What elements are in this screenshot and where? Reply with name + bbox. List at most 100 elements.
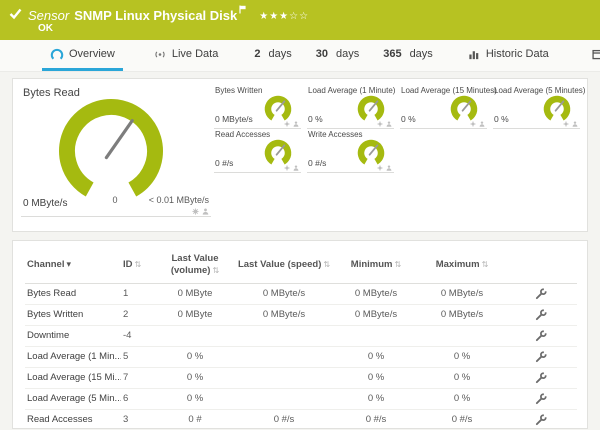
edit-channel-wrench-icon[interactable] [535, 413, 547, 426]
gauge-card-title: Bytes Written [215, 86, 263, 95]
last-value-speed-cell: 0 MByte/s [235, 283, 333, 305]
column-header-minimum[interactable]: Minimum ⇅ [333, 245, 419, 284]
user-icon[interactable] [479, 121, 485, 127]
tab-30-days-number: 30 [315, 48, 328, 60]
column-header-maximum[interactable]: Maximum ⇅ [419, 245, 505, 284]
edit-channel-wrench-icon[interactable] [535, 371, 547, 384]
user-icon[interactable] [293, 165, 299, 171]
tab-2-days[interactable]: 2 days [246, 40, 299, 71]
channel-name-cell[interactable]: Load Average (15 Mi... [25, 367, 121, 389]
gauge-card-read-accesses[interactable]: Read Accesses 0 #/s [214, 129, 301, 173]
gauge-card-value: 0 % [401, 114, 416, 124]
page-title: SNMP Linux Physical Disk [74, 8, 238, 23]
last-value-volume-cell [155, 325, 235, 347]
tab-live-data[interactable]: Live Data [145, 40, 226, 71]
table-row[interactable]: Load Average (5 Min... 6 0 % 0 % 0 % [25, 388, 577, 410]
gauge-card-load-15min[interactable]: Load Average (15 Minutes) 0 % [400, 85, 497, 129]
last-value-speed-cell: 0 #/s [235, 409, 333, 428]
tab-2-days-number: 2 [254, 48, 261, 60]
minimum-cell: 0 % [333, 388, 419, 410]
channel-actions-cell[interactable] [505, 325, 577, 347]
user-icon[interactable] [386, 121, 392, 127]
user-icon[interactable] [293, 121, 299, 127]
status-ok-check-icon [9, 8, 22, 20]
gear-icon[interactable] [284, 121, 290, 127]
edit-channel-wrench-icon[interactable] [535, 308, 547, 321]
historic-data-chart-icon [469, 50, 479, 59]
gauge-card-value: 0 % [494, 114, 509, 124]
tab-2-days-label: days [268, 48, 292, 60]
tab-historic-data-label: Historic Data [485, 48, 549, 60]
channel-id-cell: 1 [121, 283, 155, 305]
table-row[interactable]: Load Average (1 Min... 5 0 % 0 % 0 % [25, 346, 577, 368]
channel-id-cell: 6 [121, 388, 155, 410]
tab-historic-data[interactable]: Historic Data [459, 40, 557, 71]
gear-icon[interactable] [284, 165, 290, 171]
channel-name-cell[interactable]: Bytes Written [25, 304, 121, 326]
table-row[interactable]: Bytes Written 2 0 MByte 0 MByte/s 0 MByt… [25, 304, 577, 326]
last-value-speed-cell [235, 346, 333, 368]
priority-flag-icon[interactable] [239, 5, 247, 14]
prtg-sensor-page: Sensor SNMP Linux Physical Disk ★★★☆☆ OK O… [0, 0, 600, 430]
table-row[interactable]: Bytes Read 1 0 MByte 0 MByte/s 0 MByte/s… [25, 283, 577, 305]
gear-icon[interactable] [377, 165, 383, 171]
tab-log[interactable]: Log [583, 40, 600, 71]
tab-overview[interactable]: Overview [42, 40, 123, 71]
column-header-last-volume[interactable]: Last Value (volume) ⇅ [155, 245, 235, 284]
edit-channel-wrench-icon[interactable] [535, 287, 547, 300]
gear-icon[interactable] [192, 208, 199, 215]
column-header-actions [505, 245, 577, 284]
user-icon[interactable] [572, 121, 578, 127]
channel-actions-cell[interactable] [505, 283, 577, 305]
primary-gauge-scale: 0 MByte/s 0 < 0.01 MByte/s [21, 191, 211, 217]
table-row[interactable]: Downtime -4 [25, 325, 577, 347]
minimum-cell: 0 MByte/s [333, 283, 419, 305]
user-icon[interactable] [386, 165, 392, 171]
channel-name-cell[interactable]: Downtime [25, 325, 121, 347]
channel-name-cell[interactable]: Load Average (1 Min... [25, 346, 121, 368]
log-window-icon [592, 49, 600, 59]
maximum-cell: 0 % [419, 388, 505, 410]
channel-actions-cell[interactable] [505, 409, 577, 428]
gauge-card-load-1min[interactable]: Load Average (1 Minute) 0 % [307, 85, 395, 129]
last-value-volume-cell: 0 % [155, 346, 235, 368]
tab-365-days[interactable]: 365 days [375, 40, 441, 71]
column-header-last-speed[interactable]: Last Value (speed) ⇅ [235, 245, 333, 284]
sort-icon: ⇅ [212, 265, 220, 275]
minimum-cell: 0 MByte/s [333, 304, 419, 326]
minimum-cell: 0 #/s [333, 409, 419, 428]
channel-name-cell[interactable]: Load Average (5 Min... [25, 388, 121, 410]
gear-icon[interactable] [377, 121, 383, 127]
minimum-cell: 0 % [333, 367, 419, 389]
sensor-header: Sensor SNMP Linux Physical Disk ★★★☆☆ OK [0, 0, 600, 40]
channel-actions-cell[interactable] [505, 367, 577, 389]
gauge-card-write-accesses[interactable]: Write Accesses 0 #/s [307, 129, 394, 173]
gauge-card-bytes-written[interactable]: Bytes Written 0 MByte/s [214, 85, 301, 129]
sort-icon: ⇅ [134, 259, 142, 269]
priority-stars[interactable]: ★★★☆☆ [259, 11, 309, 22]
tab-overview-label: Overview [69, 48, 115, 60]
edit-channel-wrench-icon[interactable] [535, 392, 547, 405]
channel-actions-cell[interactable] [505, 346, 577, 368]
table-row[interactable]: Load Average (15 Mi... 7 0 % 0 % 0 % [25, 367, 577, 389]
edit-channel-wrench-icon[interactable] [535, 350, 547, 363]
channel-name-cell[interactable]: Read Accesses [25, 409, 121, 428]
last-value-speed-cell [235, 367, 333, 389]
edit-channel-wrench-icon[interactable] [535, 329, 547, 342]
channel-table-panel: Channel ▾ ID ⇅ Last Value (volume) ⇅ Last V… [12, 240, 588, 429]
user-icon[interactable] [202, 208, 209, 215]
channel-table: Channel ▾ ID ⇅ Last Value (volume) ⇅ Last V… [25, 245, 577, 428]
column-header-channel[interactable]: Channel ▾ [25, 245, 121, 284]
column-header-id[interactable]: ID ⇅ [121, 245, 155, 284]
gear-icon[interactable] [470, 121, 476, 127]
channel-name-cell[interactable]: Bytes Read [25, 283, 121, 305]
tab-365-days-label: days [409, 48, 433, 60]
sort-icon: ⇅ [323, 259, 331, 269]
gauge-card-load-5min[interactable]: Load Average (5 Minutes) 0 % [493, 85, 585, 129]
last-value-speed-cell [235, 325, 333, 347]
tab-30-days[interactable]: 30 days [308, 40, 368, 71]
channel-actions-cell[interactable] [505, 388, 577, 410]
table-row[interactable]: Read Accesses 3 0 # 0 #/s 0 #/s 0 #/s [25, 409, 577, 428]
channel-actions-cell[interactable] [505, 304, 577, 326]
gear-icon[interactable] [563, 121, 569, 127]
